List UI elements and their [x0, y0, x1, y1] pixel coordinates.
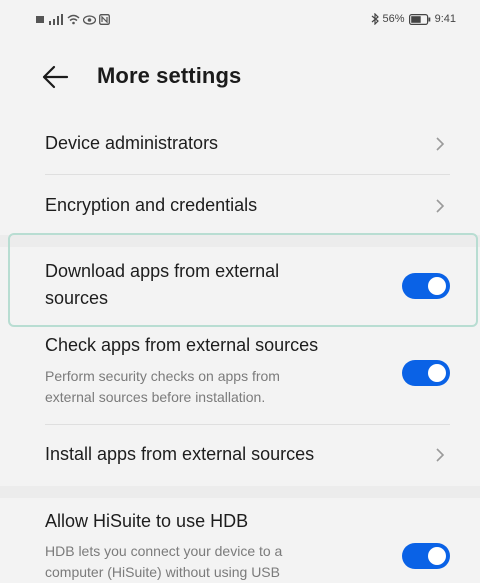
encryption-credentials-item[interactable]: Encryption and credentials [0, 175, 480, 237]
install-external-apps-item[interactable]: Install apps from external sources [0, 425, 480, 485]
header: More settings [0, 52, 480, 100]
back-button[interactable] [40, 62, 70, 92]
wifi-icon [67, 14, 80, 25]
chevron-right-icon [436, 137, 445, 151]
chevron-right-icon [436, 199, 445, 213]
highlight-outline [8, 233, 478, 327]
check-external-apps-item[interactable]: Check apps from external sources Perform… [0, 330, 480, 424]
device-administrators-label: Device administrators [45, 133, 219, 153]
hisuite-hdb-toggle[interactable] [402, 543, 450, 569]
toggle-knob [428, 364, 446, 382]
chevron-right-icon [436, 448, 445, 462]
section-separator [0, 486, 480, 498]
hisuite-hdb-description-line1: HDB lets you connect your device to a [45, 543, 283, 559]
signal-icon [49, 14, 63, 25]
encryption-credentials-label: Encryption and credentials [45, 195, 258, 215]
hisuite-hdb-description: HDB lets you connect your device to a co… [45, 541, 375, 583]
status-icons-left [36, 14, 110, 25]
toggle-knob [428, 547, 446, 565]
device-administrators-item[interactable]: Device administrators [0, 112, 480, 174]
battery-percent: 56% [382, 13, 405, 25]
battery-icon [408, 13, 430, 25]
check-external-apps-description-line1: Perform security checks on apps from [45, 368, 280, 384]
sim-icon [36, 16, 44, 23]
bluetooth-icon [371, 13, 379, 25]
page-title: More settings [97, 63, 242, 88]
back-arrow-icon [42, 65, 69, 89]
eye-icon [83, 14, 96, 25]
status-time: 9:41 [434, 13, 456, 25]
check-external-apps-toggle[interactable] [402, 360, 450, 386]
check-external-apps-description-line2: external sources before installation. [45, 389, 266, 405]
check-external-apps-description: Perform security checks on apps from ext… [45, 366, 375, 408]
install-external-apps-label: Install apps from external sources [45, 444, 315, 464]
status-icons-right: 56% 9:41 [371, 13, 456, 25]
nfc-icon [99, 14, 110, 25]
check-external-apps-label: Check apps from external sources [45, 335, 319, 355]
status-bar: 56% 9:41 [0, 0, 480, 44]
hisuite-hdb-label: Allow HiSuite to use HDB [45, 511, 249, 531]
hisuite-hdb-item[interactable]: Allow HiSuite to use HDB HDB lets you co… [0, 498, 480, 581]
hisuite-hdb-description-line2: computer (HiSuite) without using USB [45, 564, 280, 580]
